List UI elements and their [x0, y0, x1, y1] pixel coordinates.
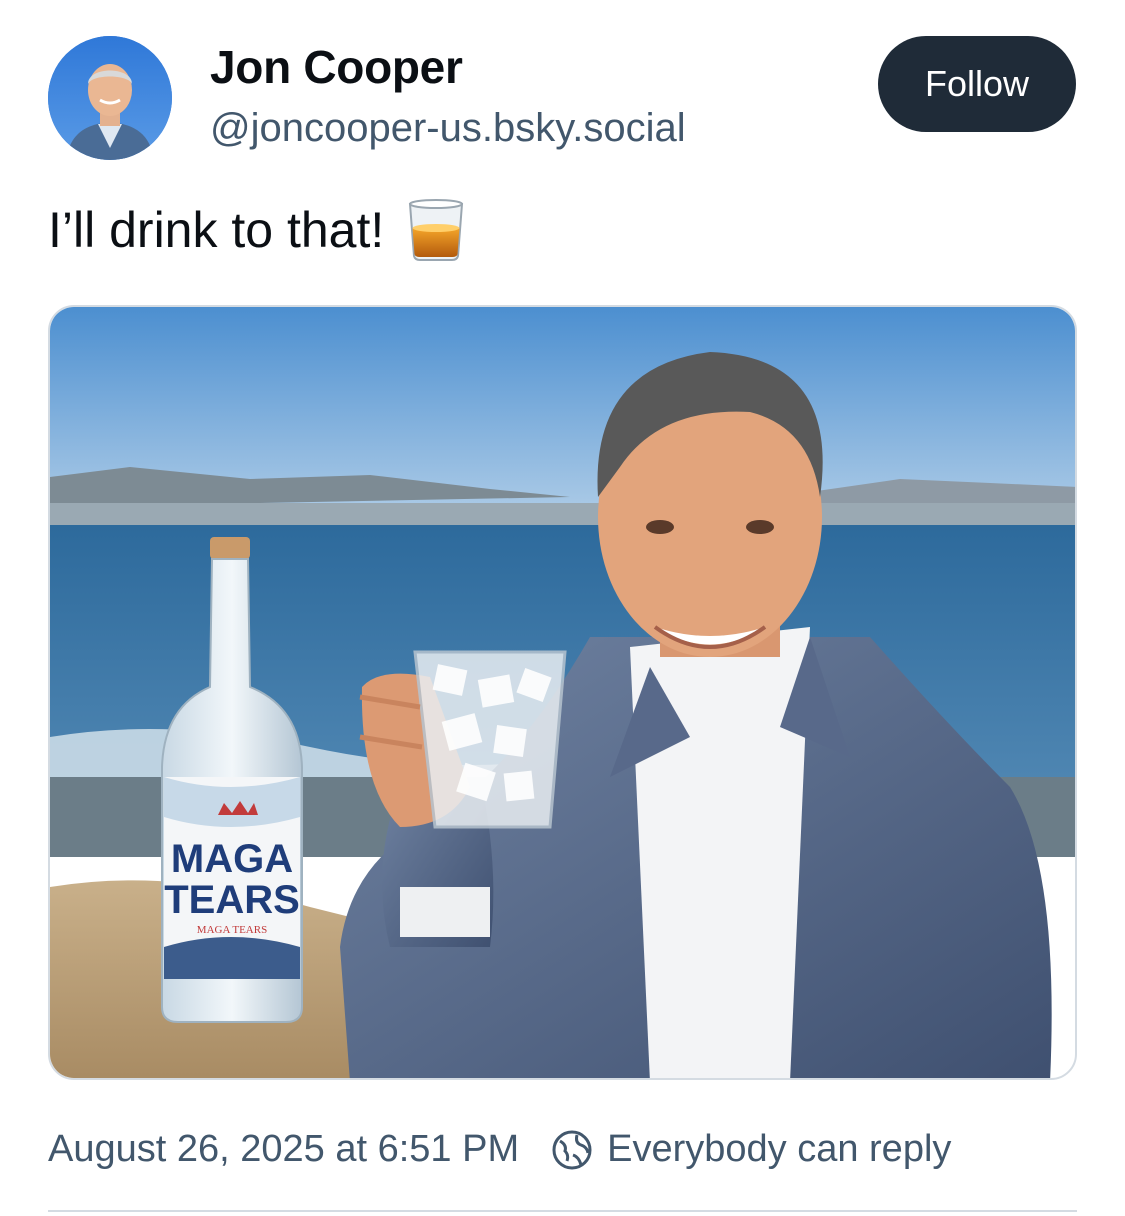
bottle-label-tears: TEARS — [164, 878, 300, 922]
bottle-label-maga: MAGA — [171, 837, 293, 881]
post-meta: August 26, 2025 at 6:51 PM Everybody can… — [48, 1128, 951, 1171]
post-timestamp[interactable]: August 26, 2025 at 6:51 PM — [48, 1128, 519, 1171]
post-text: I’ll drink to that! — [48, 198, 466, 262]
post-image-illustration: MAGA TEARS MAGA TEARS — [50, 307, 1075, 1078]
author-name[interactable]: Jon Cooper — [210, 40, 463, 94]
divider — [48, 1210, 1077, 1212]
globe-icon — [552, 1130, 592, 1169]
avatar-photo — [48, 36, 172, 160]
post-card: Jon Cooper @joncooper-us.bsky.social Fol… — [0, 0, 1125, 1216]
tumbler-glass-emoji — [409, 199, 464, 261]
author-handle[interactable]: @joncooper-us.bsky.social — [210, 106, 686, 151]
post-image[interactable]: MAGA TEARS MAGA TEARS — [48, 305, 1077, 1080]
post-text-content: I’ll drink to that! — [48, 202, 385, 258]
reply-setting[interactable]: Everybody can reply — [607, 1128, 951, 1171]
avatar[interactable] — [48, 36, 172, 160]
bottle-small-text: MAGA TEARS — [197, 924, 267, 936]
follow-button[interactable]: Follow — [878, 36, 1076, 132]
